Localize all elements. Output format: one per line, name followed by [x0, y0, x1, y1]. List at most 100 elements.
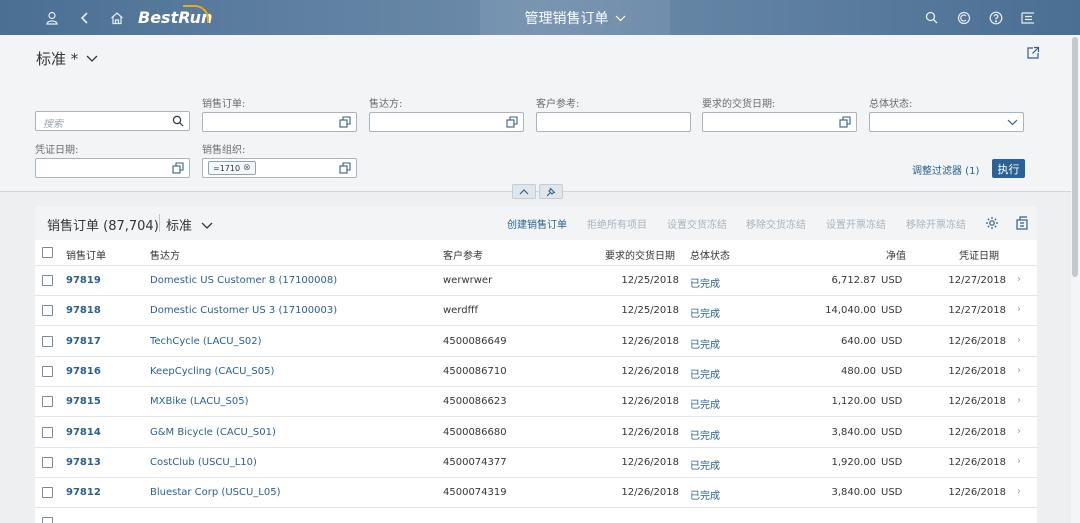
page-scrollbar[interactable] [1071, 35, 1080, 523]
column-header-doc-date[interactable]: 凭证日期 [959, 247, 999, 262]
sales-order-number[interactable]: 97816 [66, 366, 101, 377]
collapse-header-button[interactable] [512, 184, 536, 199]
sold-to-party-link[interactable]: CostClub (USCU_L10) [150, 457, 257, 468]
sales-order-number[interactable]: 97814 [66, 427, 101, 438]
set-billing-block-button[interactable]: 设置开票冻结 [826, 216, 886, 231]
chevron-right-icon[interactable]: › [1017, 456, 1021, 467]
notifications-icon[interactable] [1014, 0, 1042, 35]
search-icon[interactable] [917, 0, 945, 35]
table-row[interactable]: 97812 Bluestar Corp (USCU_L05) 4500074319 1… [35, 478, 1037, 509]
sold-to-party-link[interactable]: MXBike (LACU_S05) [150, 396, 249, 407]
help-icon[interactable] [982, 0, 1010, 35]
overall-status[interactable]: 已完成 [690, 366, 720, 381]
table-row-partial[interactable] [35, 508, 1037, 523]
customer-ref-field[interactable] [536, 112, 691, 132]
token-remove-icon[interactable]: ⊗ [243, 163, 251, 173]
column-header-status[interactable]: 总体状态 [690, 247, 730, 262]
share-icon[interactable] [1026, 45, 1040, 59]
overall-status[interactable]: 已完成 [690, 336, 720, 351]
search-input[interactable]: 搜索 [35, 111, 190, 131]
chevron-right-icon[interactable]: › [1017, 426, 1021, 437]
row-checkbox[interactable] [42, 426, 53, 438]
table-row[interactable]: 97817 TechCycle (LACU_S02) 4500086649 12/26… [35, 326, 1037, 357]
sales-order-number[interactable]: 97819 [66, 275, 101, 286]
table-row[interactable]: 97818 Domestic Customer US 3 (17100003) we… [35, 296, 1037, 327]
chevron-right-icon[interactable]: › [1017, 486, 1021, 497]
value-help-icon[interactable] [339, 161, 351, 175]
sold-to-party-link[interactable]: Domestic US Customer 8 (17100008) [150, 275, 337, 286]
chevron-right-icon[interactable]: › [1017, 335, 1021, 346]
chevron-down-icon[interactable] [1006, 115, 1018, 129]
row-checkbox[interactable] [42, 517, 53, 523]
sales-order-field[interactable] [202, 112, 357, 132]
row-checkbox[interactable] [42, 275, 53, 286]
reject-all-items-button[interactable]: 拒绝所有项目 [587, 216, 647, 231]
row-checkbox[interactable] [42, 456, 53, 468]
sold-to-field[interactable] [369, 112, 524, 132]
search-icon[interactable] [172, 114, 184, 128]
export-icon[interactable] [1015, 215, 1029, 230]
sales-order-number[interactable]: 97812 [66, 487, 101, 498]
pin-header-button[interactable] [539, 184, 563, 199]
sales-org-field[interactable]: =1710 ⊗ [202, 158, 357, 178]
remove-billing-block-button[interactable]: 移除开票冻结 [906, 216, 966, 231]
overall-status[interactable]: 已完成 [690, 396, 720, 411]
user-icon[interactable] [38, 0, 66, 35]
remove-delivery-block-button[interactable]: 移除交货冻结 [746, 216, 806, 231]
overall-status[interactable]: 已完成 [690, 275, 720, 290]
app-title-menu[interactable]: 管理销售订单 [480, 0, 670, 35]
sales-order-number[interactable]: 97815 [66, 396, 101, 407]
copilot-icon[interactable] [950, 0, 978, 35]
sold-to-party-link[interactable]: Domestic Customer US 3 (17100003) [150, 305, 337, 316]
column-header-sales-order[interactable]: 销售订单 [66, 247, 106, 262]
sold-to-party-link[interactable]: Bluestar Corp (USCU_L05) [150, 487, 280, 498]
adapt-filters-button[interactable]: 调整过滤器 (1) [912, 162, 979, 177]
row-checkbox[interactable] [42, 335, 53, 347]
set-delivery-block-button[interactable]: 设置交货冻结 [667, 216, 727, 231]
sold-to-party-link[interactable]: KeepCycling (CACU_S05) [150, 366, 274, 377]
variant-selector[interactable]: 标准 * [36, 48, 98, 69]
sales-order-number[interactable]: 97817 [66, 336, 101, 347]
home-icon[interactable] [103, 0, 131, 35]
table-row[interactable]: 97815 MXBike (LACU_S05) 4500086623 12/26/20… [35, 387, 1037, 418]
column-header-customer-ref[interactable]: 客户参考 [443, 247, 483, 262]
req-delivery-date-field[interactable] [702, 112, 857, 132]
sales-order-number[interactable]: 97813 [66, 457, 101, 468]
row-checkbox[interactable] [42, 365, 53, 377]
go-button[interactable]: 执行 [992, 159, 1025, 178]
create-sales-order-button[interactable]: 创建销售订单 [507, 216, 567, 231]
table-row[interactable]: 97813 CostClub (USCU_L10) 4500074377 12/26/… [35, 447, 1037, 478]
chevron-right-icon[interactable]: › [1017, 395, 1021, 406]
chevron-right-icon[interactable]: › [1017, 365, 1021, 376]
value-help-icon[interactable] [172, 161, 184, 175]
value-help-icon[interactable] [506, 115, 518, 129]
table-row[interactable]: 97814 G&M Bicycle (CACU_S01) 4500086680 12/… [35, 417, 1037, 448]
table-row[interactable]: 97816 KeepCycling (CACU_S05) 4500086710 12/… [35, 356, 1037, 387]
table-row[interactable]: 97819 Domestic US Customer 8 (17100008) we… [35, 266, 1037, 296]
column-header-net-value[interactable]: 净值 [886, 247, 906, 262]
row-checkbox[interactable] [42, 396, 53, 408]
sold-to-party-link[interactable]: TechCycle (LACU_S02) [150, 336, 262, 347]
overall-status[interactable]: 已完成 [690, 457, 720, 472]
sales-order-number[interactable]: 97818 [66, 305, 101, 316]
row-checkbox[interactable] [42, 487, 53, 499]
value-help-icon[interactable] [839, 115, 851, 129]
overall-status[interactable]: 已完成 [690, 305, 720, 320]
value-help-icon[interactable] [339, 115, 351, 129]
table-variant-selector[interactable]: 标准 [166, 215, 213, 234]
settings-icon[interactable] [985, 215, 999, 229]
chevron-right-icon[interactable]: › [1017, 274, 1021, 285]
sold-to-party-link[interactable]: G&M Bicycle (CACU_S01) [150, 427, 276, 438]
back-icon[interactable] [71, 0, 99, 35]
overall-status-select[interactable] [869, 112, 1024, 132]
overall-status[interactable]: 已完成 [690, 427, 720, 442]
chevron-right-icon[interactable]: › [1017, 304, 1021, 315]
select-all-checkbox[interactable] [42, 247, 53, 258]
overall-status[interactable]: 已完成 [690, 487, 720, 502]
row-checkbox[interactable] [42, 305, 53, 317]
scrollbar-thumb[interactable] [1072, 37, 1078, 277]
column-header-sold-to[interactable]: 售达方 [150, 247, 180, 262]
doc-date-field[interactable] [35, 158, 190, 178]
sales-org-token[interactable]: =1710 ⊗ [208, 161, 256, 175]
column-header-req-date[interactable]: 要求的交货日期 [605, 247, 675, 262]
